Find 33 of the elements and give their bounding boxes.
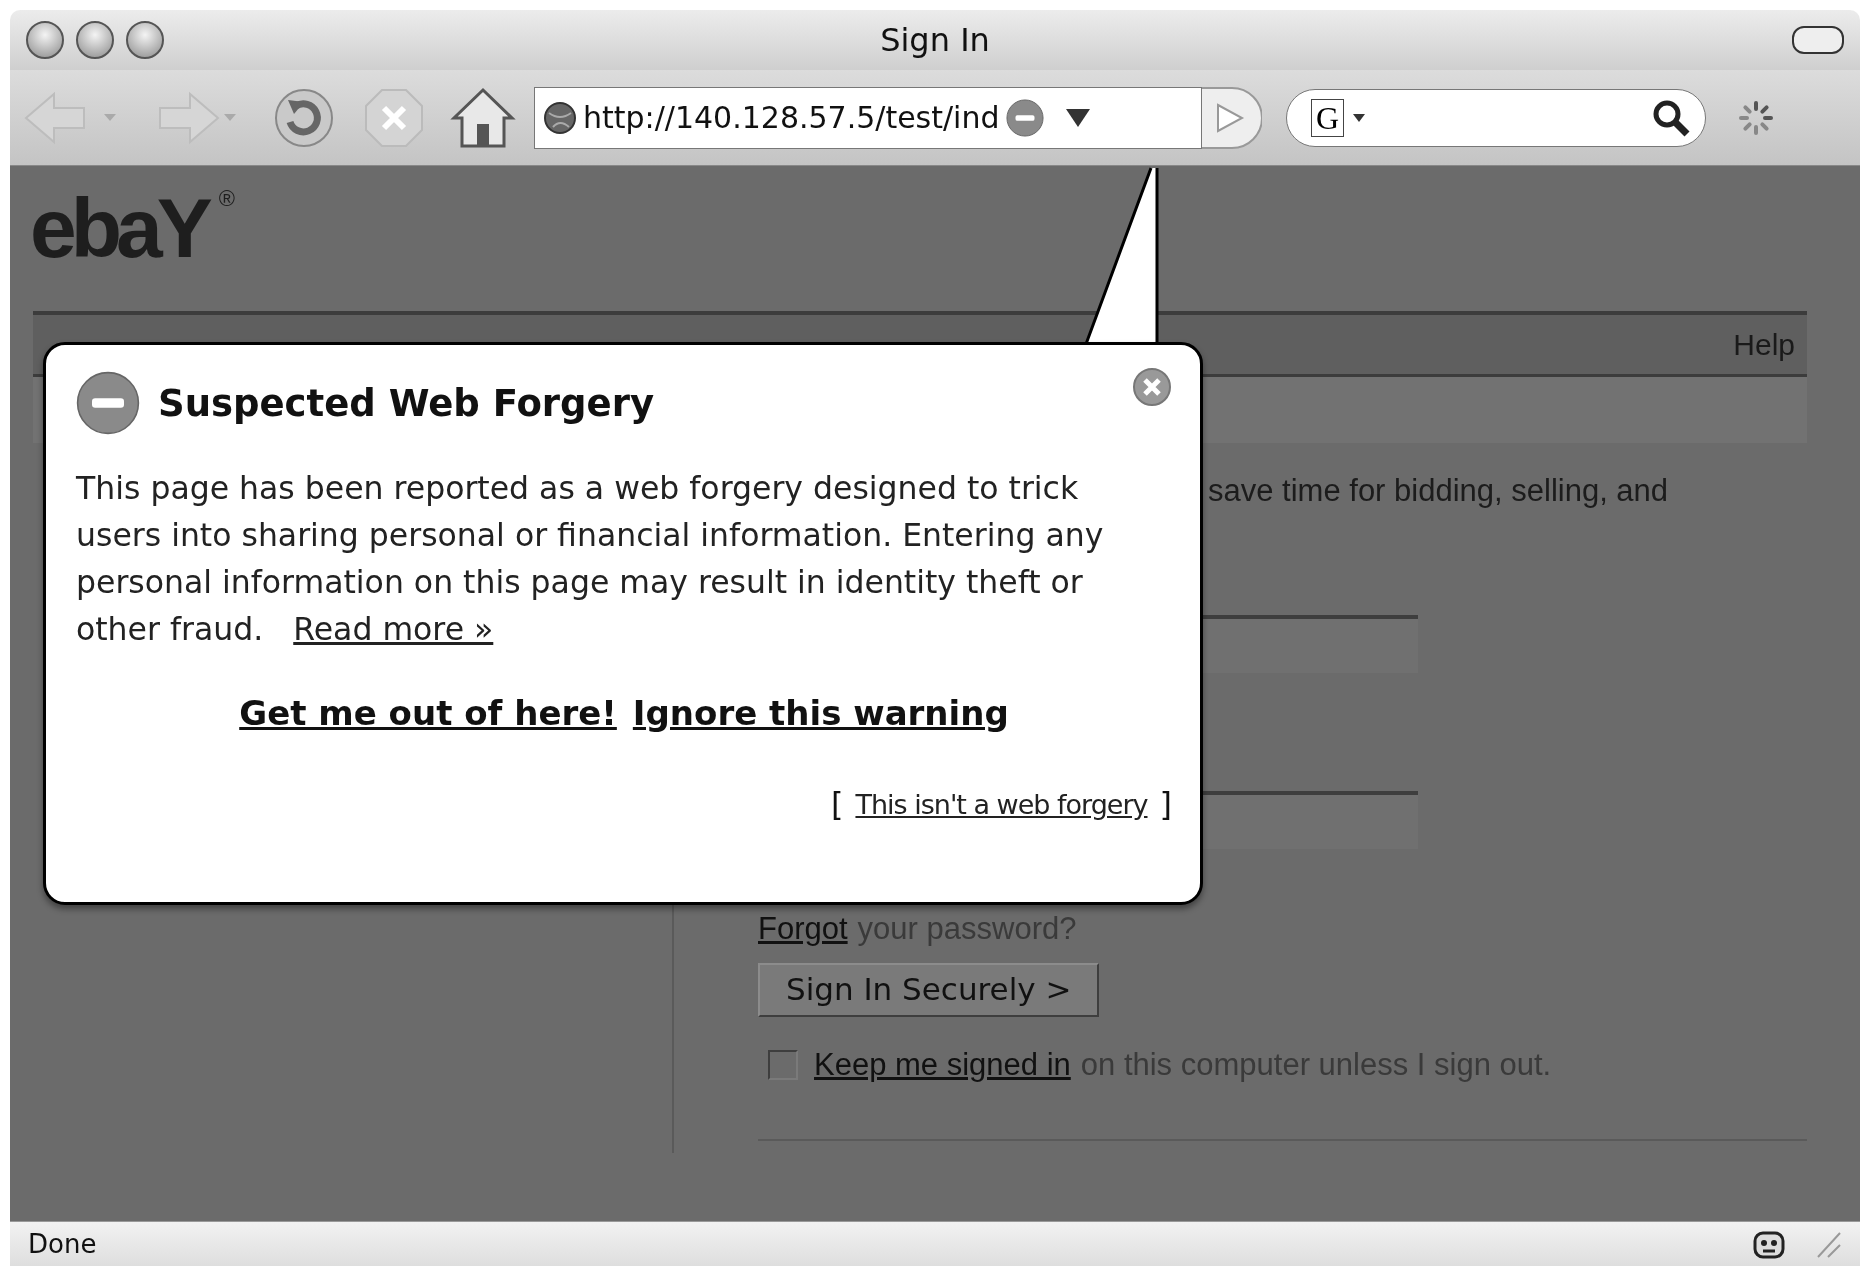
site-logo: ebaY	[30, 186, 207, 270]
keep-signed-in-link[interactable]: Keep me signed in	[814, 1047, 1071, 1083]
zoom-window-button[interactable]	[126, 21, 164, 59]
dropdown-caret-icon[interactable]	[1063, 106, 1092, 129]
toolbar-toggle-button[interactable]	[1792, 26, 1844, 54]
forgot-link[interactable]: Forgot	[758, 911, 848, 947]
ignore-warning-link[interactable]: Ignore this warning	[632, 693, 1009, 733]
window-title: Sign In	[880, 21, 990, 59]
warning-title: Suspected Web Forgery	[158, 381, 654, 425]
registered-mark: ®	[218, 186, 235, 212]
keep-signed-in-checkbox[interactable]	[768, 1050, 798, 1080]
url-text: http://140.128.57.5/test/ind	[583, 100, 1000, 135]
home-icon[interactable]	[450, 85, 516, 150]
search-engine-logo[interactable]: G	[1311, 98, 1345, 137]
sign-in-button[interactable]: Sign In Securely >	[758, 963, 1100, 1017]
globe-icon	[543, 100, 577, 135]
dropdown-caret-icon[interactable]	[1352, 112, 1367, 123]
not-forgery-link[interactable]: This isn't a web forgery	[855, 788, 1148, 820]
address-field[interactable]: http://140.128.57.5/test/ind	[534, 86, 1202, 149]
intro-text: save time for bidding, selling, and	[1208, 473, 1669, 509]
get-me-out-link[interactable]: Get me out of here!	[239, 693, 617, 733]
warning-icon	[76, 371, 140, 435]
status-text: Done	[28, 1229, 97, 1259]
forgery-warning-icon	[1005, 98, 1044, 137]
go-button[interactable]	[1202, 86, 1262, 149]
minimize-window-button[interactable]	[76, 21, 114, 59]
bracket: [	[830, 785, 844, 823]
warning-message: This page has been reported as a web forgery designed to trick users into sharing personal or financial information. Entering any personal information on this page may result in identity theft or other fraud. Read more »	[76, 469, 1105, 649]
read-more-link[interactable]: Read more »	[293, 611, 494, 647]
close-window-button[interactable]	[26, 21, 64, 59]
bracket: ]	[1159, 785, 1172, 823]
search-field[interactable]: G	[1286, 88, 1706, 147]
close-icon[interactable]	[1132, 367, 1172, 407]
